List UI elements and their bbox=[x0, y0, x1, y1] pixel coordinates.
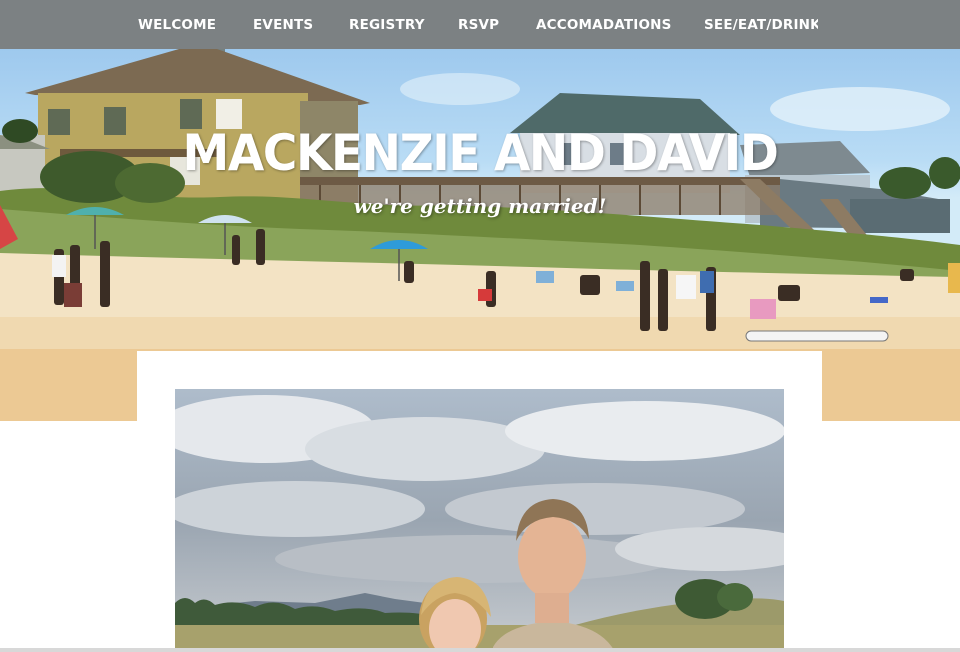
hero-subtitle: we're getting married! bbox=[353, 194, 607, 218]
hero-title: MACKENZIE AND DAVID bbox=[182, 124, 779, 182]
nav-item-accomadations[interactable]: ACCOMADATIONS bbox=[536, 0, 672, 49]
nav-item-see-eat-drink[interactable]: SEE/EAT/DRINK bbox=[704, 0, 818, 49]
page-bottom-divider bbox=[0, 648, 960, 652]
couple-photo bbox=[175, 389, 784, 652]
nav-item-rsvp[interactable]: RSVP bbox=[458, 0, 499, 49]
top-navigation-bar: WELCOME EVENTS REGISTRY RSVP ACCOMADATIO… bbox=[0, 0, 960, 49]
content-card bbox=[137, 351, 822, 652]
nav-item-welcome[interactable]: WELCOME bbox=[138, 0, 216, 49]
nav-item-events[interactable]: EVENTS bbox=[253, 0, 313, 49]
nav-item-registry[interactable]: REGISTRY bbox=[349, 0, 425, 49]
